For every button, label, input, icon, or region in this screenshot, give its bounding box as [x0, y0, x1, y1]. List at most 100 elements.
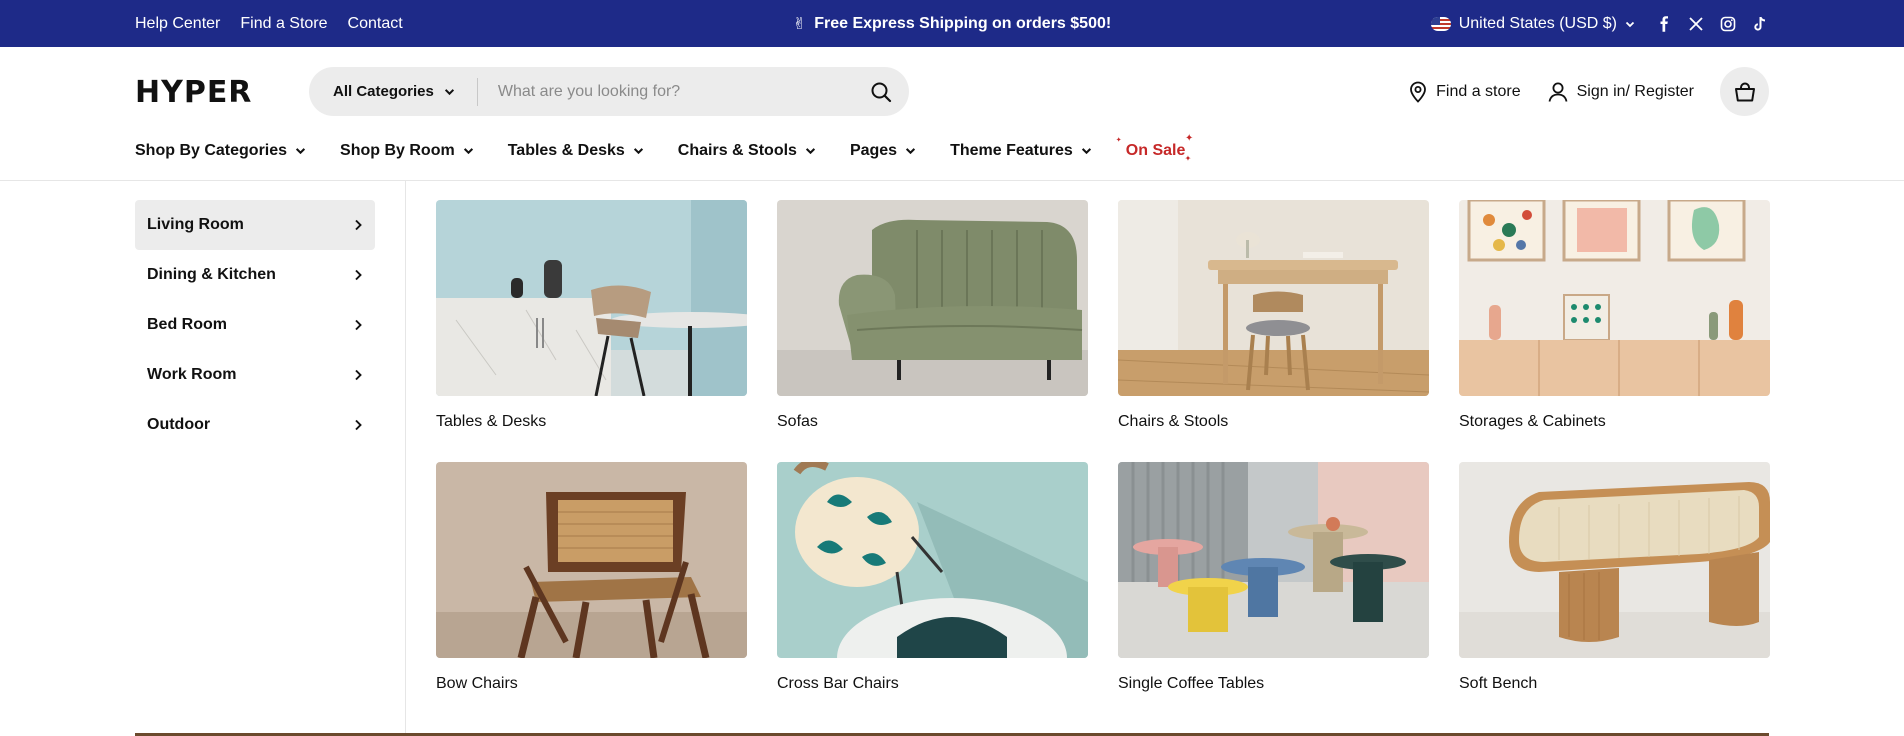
category-card-soft-bench[interactable]: Soft Bench — [1459, 462, 1770, 693]
nav-on-sale[interactable]: ✦ On Sale ✦ ✦ — [1116, 133, 1194, 163]
cart-button[interactable] — [1720, 67, 1769, 116]
category-card-label: Cross Bar Chairs — [777, 675, 899, 692]
chevron-down-icon — [1625, 21, 1635, 27]
product-image — [1459, 462, 1770, 658]
sign-in-link[interactable]: Sign in/ Register — [1547, 81, 1694, 103]
instagram-icon[interactable] — [1719, 15, 1737, 33]
shopping-bag-icon — [1734, 82, 1755, 101]
nav-label: Tables & Desks — [507, 141, 625, 159]
sidebar-item-outdoor[interactable]: Outdoor — [135, 400, 375, 450]
x-icon[interactable] — [1687, 15, 1705, 33]
sidebar-item-label: Outdoor — [147, 416, 211, 433]
user-icon — [1548, 82, 1567, 102]
product-image — [1459, 200, 1770, 396]
contact-link[interactable]: Contact — [348, 15, 403, 33]
us-flag-icon — [1430, 16, 1451, 31]
category-card-cross-bar-chairs[interactable]: Cross Bar Chairs — [777, 462, 1088, 693]
chevron-right-icon — [355, 269, 362, 281]
chevron-right-icon — [355, 219, 362, 231]
nav-label: Shop By Room — [340, 141, 455, 159]
facebook-icon[interactable] — [1655, 15, 1673, 33]
product-image — [1118, 462, 1429, 658]
sparkle-icon: ✦ — [1184, 153, 1192, 163]
site-header: HYPER All Categories Find a store Sign i… — [0, 47, 1904, 137]
nav-shop-by-room[interactable]: Shop By Room — [340, 142, 474, 160]
search-button[interactable] — [853, 67, 909, 116]
sidebar-item-living-room[interactable]: Living Room — [135, 200, 375, 250]
promo-text: Free Express Shipping on orders $500! — [814, 14, 1112, 32]
country-selector[interactable]: United States (USD $) — [1430, 14, 1635, 33]
announcement-bar: Help Center Find a Store Contact ✌ Free … — [0, 0, 1904, 47]
help-center-link[interactable]: Help Center — [135, 15, 220, 33]
chevron-down-icon — [633, 148, 643, 155]
category-card-label: Tables & Desks — [436, 413, 547, 430]
chevron-down-icon — [444, 89, 454, 96]
category-card-bow-chairs[interactable]: Bow Chairs — [436, 462, 747, 693]
product-image — [777, 200, 1088, 396]
search-input[interactable] — [477, 82, 853, 101]
tiktok-icon[interactable] — [1751, 15, 1769, 33]
search-bar: All Categories — [309, 67, 909, 116]
sparkle-icon: ✦ — [1184, 132, 1194, 144]
category-card-label: Bow Chairs — [436, 675, 518, 692]
category-card-label: Sofas — [777, 413, 818, 430]
location-pin-icon — [1410, 81, 1427, 103]
chevron-down-icon — [805, 148, 816, 155]
nav-label: Shop By Categories — [135, 141, 288, 159]
menu-divider — [405, 181, 406, 736]
chevron-down-icon — [295, 148, 306, 155]
header-actions: Find a store Sign in/ Register — [1408, 67, 1769, 116]
category-card-tables-desks[interactable]: Tables & Desks — [436, 200, 747, 431]
category-card-chairs-stools[interactable]: Chairs & Stools — [1118, 200, 1429, 431]
sidebar-item-label: Bed Room — [147, 316, 227, 333]
category-select-label: All Categories — [333, 83, 434, 100]
product-image — [1118, 200, 1429, 396]
chevron-right-icon — [355, 319, 362, 331]
utility-links: Help Center Find a Store Contact — [135, 0, 403, 47]
nav-label: Pages — [849, 141, 898, 159]
chevron-down-icon — [1081, 148, 1091, 155]
category-card-sofas[interactable]: Sofas — [777, 200, 1088, 431]
category-card-label: Soft Bench — [1459, 675, 1538, 692]
nav-sale-label: On Sale — [1125, 141, 1186, 159]
sidebar-item-bed-room[interactable]: Bed Room — [135, 300, 375, 350]
category-card-label: Single Coffee Tables — [1118, 675, 1265, 692]
category-card-storages-cabinets[interactable]: Storages & Cabinets — [1459, 200, 1770, 431]
find-store-link[interactable]: Find a store — [1408, 81, 1521, 103]
category-card-label: Storages & Cabinets — [1459, 413, 1606, 430]
promo-emoji: ✌ — [792, 15, 807, 33]
sparkle-icon: ✦ — [1115, 136, 1122, 144]
chevron-down-icon — [905, 148, 916, 155]
main-nav: Shop By Categories Shop By Room Tables &… — [135, 133, 1194, 164]
nav-chairs-stools[interactable]: Chairs & Stools — [678, 142, 816, 160]
nav-theme-features[interactable]: Theme Features — [950, 142, 1092, 160]
sidebar-item-work-room[interactable]: Work Room — [135, 350, 375, 400]
sidebar-item-label: Living Room — [147, 216, 244, 233]
chevron-right-icon — [355, 419, 362, 431]
nav-tables-desks[interactable]: Tables & Desks — [508, 142, 644, 160]
category-card-label: Chairs & Stools — [1118, 413, 1229, 430]
product-image — [777, 462, 1088, 658]
chevron-down-icon — [463, 148, 473, 155]
country-label: United States (USD $) — [1458, 14, 1617, 32]
nav-label: Chairs & Stools — [677, 141, 797, 159]
product-image — [436, 200, 747, 396]
sidebar-item-label: Work Room — [147, 366, 237, 383]
category-card-single-coffee-tables[interactable]: Single Coffee Tables — [1118, 462, 1429, 693]
nav-shop-by-categories[interactable]: Shop By Categories — [135, 142, 306, 160]
nav-label: Theme Features — [950, 141, 1073, 159]
room-sidebar: Living Room Dining & Kitchen Bed Room Wo… — [135, 200, 375, 450]
chevron-right-icon — [355, 369, 362, 381]
find-store-label: Find a store — [1436, 82, 1521, 100]
header-divider — [0, 180, 1904, 181]
nav-pages[interactable]: Pages — [850, 142, 916, 160]
sidebar-item-label: Dining & Kitchen — [147, 266, 276, 283]
search-icon — [871, 82, 892, 102]
product-image — [436, 462, 747, 658]
topbar-right: United States (USD $) — [1430, 0, 1769, 47]
sign-in-label: Sign in/ Register — [1576, 82, 1694, 100]
hyper-logo[interactable]: HYPER — [135, 77, 252, 109]
find-a-store-link[interactable]: Find a Store — [240, 15, 327, 33]
sidebar-item-dining-kitchen[interactable]: Dining & Kitchen — [135, 250, 375, 300]
category-select[interactable]: All Categories — [309, 77, 478, 106]
